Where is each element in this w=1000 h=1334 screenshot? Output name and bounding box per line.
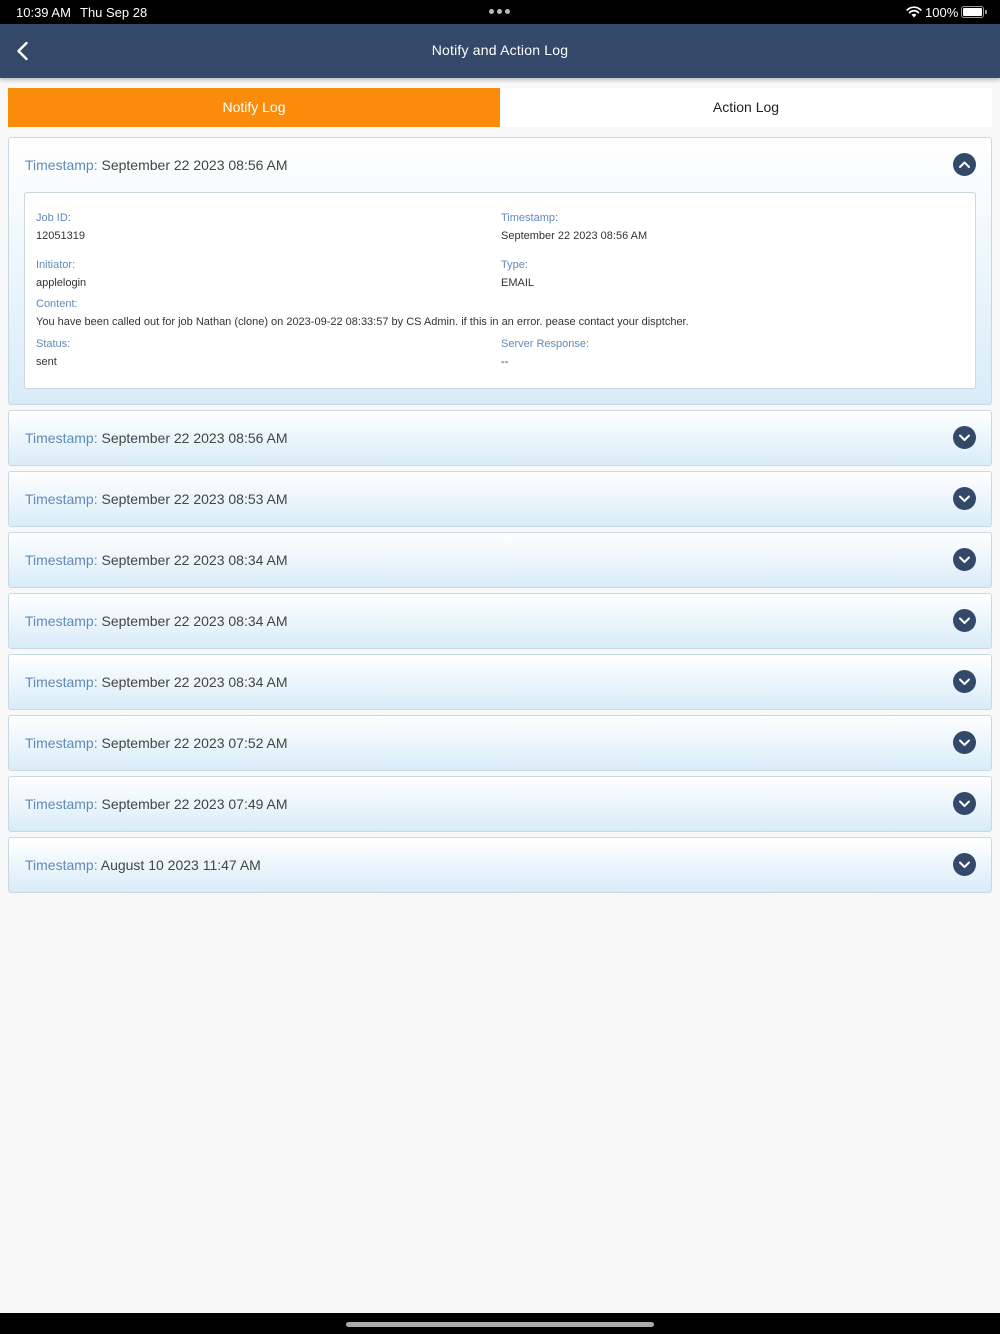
log-item-expanded: Timestamp: September 22 2023 08:56 AM Jo… — [8, 137, 992, 405]
timestamp-value: August 10 2023 11:47 AM — [100, 857, 261, 873]
timestamp-row: Timestamp: September 22 2023 08:34 AM — [25, 613, 288, 629]
timestamp-label: Timestamp: — [25, 430, 98, 446]
log-item[interactable]: Timestamp: September 22 2023 07:52 AM — [8, 715, 992, 771]
timestamp-label: Timestamp: — [25, 157, 98, 173]
timestamp-value: September 22 2023 08:53 AM — [101, 491, 288, 507]
timestamp-row: Timestamp: September 22 2023 08:53 AM — [25, 491, 288, 507]
battery-percent: 100% — [925, 5, 959, 20]
log-item-header[interactable]: Timestamp: September 22 2023 08:56 AM — [9, 411, 991, 465]
expand-button[interactable] — [953, 670, 976, 693]
chevron-down-icon — [959, 495, 970, 502]
status-time: 10:39 AM — [16, 5, 71, 20]
segmented-tabs: Notify Log Action Log — [8, 88, 992, 127]
content-label: Content: — [36, 298, 78, 310]
log-item[interactable]: Timestamp: September 22 2023 08:56 AM — [8, 410, 992, 466]
chevron-down-icon — [959, 739, 970, 746]
battery-icon — [961, 6, 987, 18]
log-item-header[interactable]: Timestamp: September 22 2023 07:52 AM — [9, 716, 991, 770]
content-value: You have been called out for job Nathan … — [36, 316, 689, 328]
log-item-header[interactable]: Timestamp: September 22 2023 07:49 AM — [9, 777, 991, 831]
timestamp-row: Timestamp: September 22 2023 08:56 AM — [25, 430, 288, 446]
expand-button[interactable] — [953, 731, 976, 754]
status-value: sent — [36, 356, 57, 368]
timestamp-label: Timestamp: — [25, 613, 98, 629]
timestamp-value: September 22 2023 08:34 AM — [101, 613, 288, 629]
log-item[interactable]: Timestamp: September 22 2023 08:34 AM — [8, 654, 992, 710]
navigation-bar: Notify and Action Log — [0, 24, 1000, 78]
chevron-down-icon — [959, 861, 970, 868]
timestamp-label: Timestamp: — [25, 491, 98, 507]
timestamp-value: September 22 2023 08:56 AM — [101, 430, 288, 446]
log-item[interactable]: Timestamp: September 22 2023 08:34 AM — [8, 593, 992, 649]
page-title: Notify and Action Log — [431, 42, 569, 58]
timestamp-label: Timestamp: — [25, 552, 98, 568]
timestamp-value: September 22 2023 07:52 AM — [101, 735, 288, 751]
log-item-header[interactable]: Timestamp: September 22 2023 08:34 AM — [9, 655, 991, 709]
timestamp-label: Timestamp: — [25, 674, 98, 690]
chevron-down-icon — [959, 678, 970, 685]
timestamp-row: Timestamp: September 22 2023 07:52 AM — [25, 735, 288, 751]
job-id-label: Job ID: — [36, 212, 71, 224]
timestamp-value: September 22 2023 08:56 AM — [101, 157, 288, 173]
expand-button[interactable] — [953, 853, 976, 876]
detail-timestamp-label: Timestamp: — [501, 212, 559, 224]
log-item-header[interactable]: Timestamp: September 22 2023 08:53 AM — [9, 472, 991, 526]
timestamp-row: Timestamp: August 10 2023 11:47 AM — [25, 857, 261, 873]
detail-timestamp-value: September 22 2023 08:56 AM — [501, 230, 648, 242]
server-response-value: -- — [501, 356, 509, 368]
timestamp-label: Timestamp: — [25, 796, 98, 812]
chevron-down-icon — [959, 617, 970, 624]
type-label: Type: — [501, 259, 528, 271]
timestamp-value: September 22 2023 07:49 AM — [101, 796, 288, 812]
timestamp-row: Timestamp: September 22 2023 08:56 AM — [25, 157, 288, 173]
log-item[interactable]: Timestamp: August 10 2023 11:47 AM — [8, 837, 992, 893]
expand-button[interactable] — [953, 609, 976, 632]
timestamp-row: Timestamp: September 22 2023 08:34 AM — [25, 674, 288, 690]
expand-button[interactable] — [953, 487, 976, 510]
expand-button[interactable] — [953, 792, 976, 815]
status-bar: 10:39 AM Thu Sep 28 100% — [0, 0, 1000, 24]
timestamp-row: Timestamp: September 22 2023 08:34 AM — [25, 552, 288, 568]
collapse-button[interactable] — [953, 153, 976, 176]
chevron-up-icon — [959, 161, 970, 168]
timestamp-value: September 22 2023 08:34 AM — [101, 552, 288, 568]
multitasking-dots-icon[interactable] — [489, 9, 511, 15]
log-item-header[interactable]: Timestamp: September 22 2023 08:34 AM — [9, 594, 991, 648]
chevron-down-icon — [959, 556, 970, 563]
log-item-header[interactable]: Timestamp: September 22 2023 08:34 AM — [9, 533, 991, 587]
log-item[interactable]: Timestamp: September 22 2023 07:49 AM — [8, 776, 992, 832]
home-indicator[interactable] — [346, 1322, 654, 1327]
status-label: Status: — [36, 338, 71, 350]
type-value: EMAIL — [501, 277, 535, 289]
status-date: Thu Sep 28 — [80, 5, 148, 20]
log-item[interactable]: Timestamp: September 22 2023 08:34 AM — [8, 532, 992, 588]
expand-button[interactable] — [953, 548, 976, 571]
chevron-down-icon — [959, 800, 970, 807]
timestamp-row: Timestamp: September 22 2023 07:49 AM — [25, 796, 288, 812]
log-item-header[interactable]: Timestamp: September 22 2023 08:56 AM — [9, 138, 991, 192]
log-item-header[interactable]: Timestamp: August 10 2023 11:47 AM — [9, 838, 991, 892]
log-detail-card: Job ID: 12051319 Timestamp: September 22… — [24, 192, 976, 389]
log-item[interactable]: Timestamp: September 22 2023 08:53 AM — [8, 471, 992, 527]
chevron-down-icon — [959, 434, 970, 441]
wifi-icon — [906, 6, 922, 18]
tab-action-log[interactable]: Action Log — [500, 88, 992, 127]
initiator-value: applelogin — [36, 277, 87, 289]
home-bar — [0, 1313, 1000, 1334]
timestamp-label: Timestamp: — [25, 735, 98, 751]
tab-notify-log[interactable]: Notify Log — [8, 88, 500, 127]
expand-button[interactable] — [953, 426, 976, 449]
notify-log-list: Timestamp: September 22 2023 08:56 AM Jo… — [8, 137, 992, 898]
timestamp-value: September 22 2023 08:34 AM — [101, 674, 288, 690]
job-id-value: 12051319 — [36, 230, 85, 242]
initiator-label: Initiator: — [36, 259, 76, 271]
timestamp-label: Timestamp: — [25, 857, 98, 873]
server-response-label: Server Response: — [501, 338, 590, 350]
